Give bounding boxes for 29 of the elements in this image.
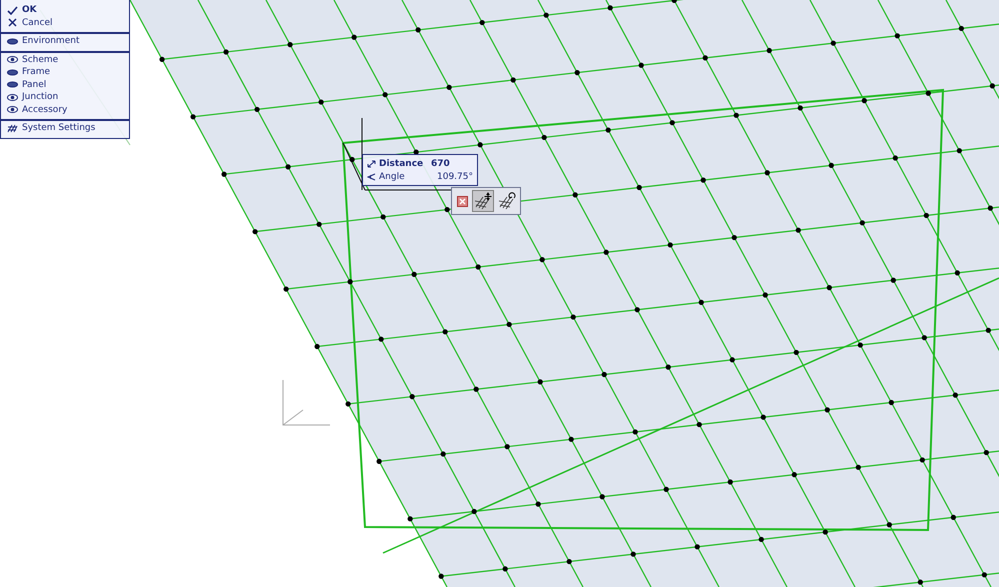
menu-item[interactable]: Accessory [1, 104, 129, 116]
tracker-label: Distance [379, 158, 424, 168]
closed-eye-icon [7, 68, 18, 76]
tracker-value: 670 [431, 158, 451, 168]
menu-item[interactable]: OK [1, 4, 129, 16]
eye-icon [7, 106, 18, 114]
menu-item[interactable]: Panel [1, 78, 129, 91]
close-icon [7, 18, 18, 28]
closed-eye-icon [7, 38, 18, 45]
eye-icon [7, 56, 18, 64]
closed-eye-icon [7, 81, 18, 88]
menu-item[interactable]: Junction [1, 91, 129, 104]
mesh-rotate-icon [497, 191, 517, 211]
menu-item[interactable]: Cancel [1, 16, 129, 29]
checkmark-icon [7, 6, 18, 15]
grid-settings-icon [7, 124, 18, 133]
menu-item[interactable]: Scheme [1, 54, 129, 66]
menu-item[interactable]: System Settings [1, 122, 129, 134]
mesh-move-icon [473, 191, 493, 211]
palette-button[interactable] [472, 190, 494, 212]
distance-arrow-icon [367, 160, 376, 168]
tracker-value: 109.75° [436, 172, 473, 182]
palette-button[interactable] [496, 190, 518, 212]
angle-icon [367, 172, 376, 180]
eye-icon [7, 94, 18, 101]
tracker-label: Angle [379, 172, 406, 182]
menu-item[interactable]: Environment [1, 35, 129, 48]
menu-item[interactable]: Frame [1, 66, 129, 78]
close-icon [456, 196, 468, 206]
